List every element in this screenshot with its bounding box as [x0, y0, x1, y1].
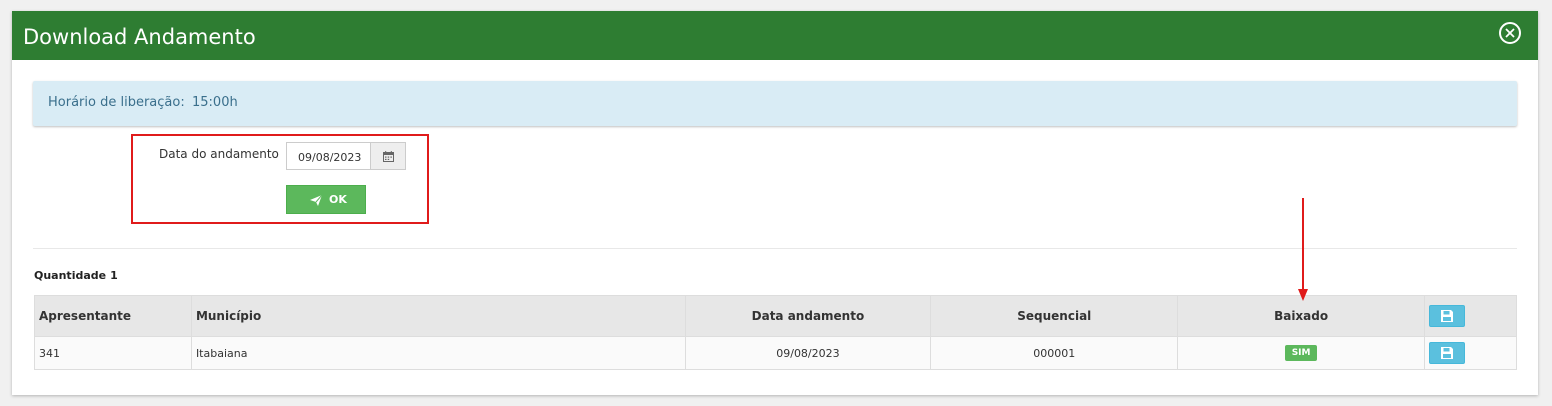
cell-apresentante: 341 [34, 336, 192, 370]
quantity-summary: Quantidade 1 [34, 269, 118, 282]
annotation-arrow [1298, 198, 1308, 301]
floppy-disk-icon [1441, 347, 1453, 359]
cell-sequencial: 000001 [930, 336, 1179, 370]
paper-plane-icon [310, 195, 322, 206]
release-time-label: Horário de liberação: [48, 95, 185, 110]
header-municipio: Município [190, 295, 686, 337]
ok-button[interactable]: OK [286, 185, 366, 214]
modal-title: Download Andamento [23, 25, 256, 49]
andamento-table: Apresentante Município Data andamento Se… [34, 295, 1517, 370]
close-button[interactable] [1499, 22, 1521, 44]
close-icon [1505, 28, 1515, 38]
header-data-andamento: Data andamento [684, 295, 932, 337]
cell-data-andamento: 09/08/2023 [684, 336, 932, 370]
modal-header: Download Andamento [12, 11, 1538, 60]
status-badge: SIM [1284, 345, 1318, 361]
cell-save [1424, 336, 1517, 370]
release-time-value: 15:00h [192, 95, 238, 110]
header-save-all-cell [1424, 295, 1517, 337]
save-all-button[interactable] [1429, 305, 1465, 327]
quantity-label: Quantidade [34, 269, 107, 282]
table-header-row: Apresentante Município Data andamento Se… [34, 295, 1517, 337]
floppy-disk-icon [1441, 310, 1453, 322]
calendar-icon [383, 151, 394, 162]
date-field-label: Data do andamento [159, 147, 279, 161]
table-row: 341 Itabaiana 09/08/2023 000001 SIM [34, 336, 1517, 370]
cell-municipio: Itabaiana [190, 336, 686, 370]
date-input[interactable]: 09/08/2023 [286, 142, 371, 170]
header-sequencial: Sequencial [930, 295, 1179, 337]
download-andamento-modal: Download Andamento Horário de liberação:… [12, 11, 1538, 395]
calendar-button[interactable] [370, 142, 406, 170]
header-apresentante: Apresentante [34, 295, 192, 337]
save-row-button[interactable] [1429, 342, 1465, 364]
release-time-alert: Horário de liberação: 15:00h [33, 81, 1517, 126]
ok-button-label: OK [329, 193, 347, 206]
cell-baixado: SIM [1177, 336, 1425, 370]
quantity-value: 1 [110, 269, 118, 282]
section-divider [33, 248, 1517, 249]
